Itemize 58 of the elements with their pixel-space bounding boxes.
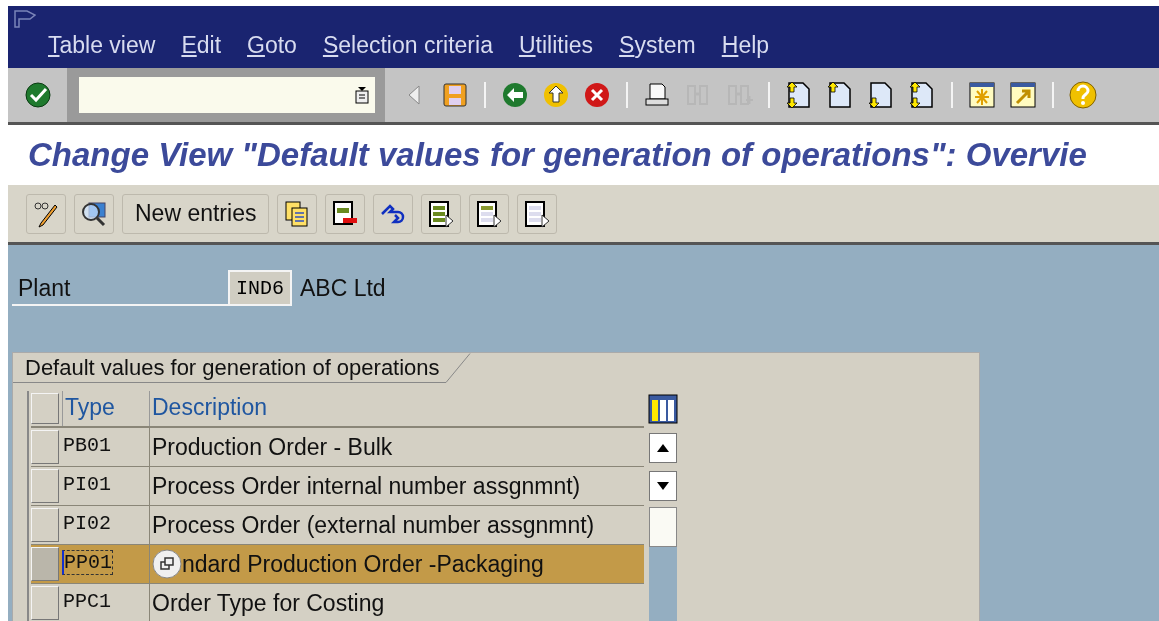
table-cell-text: PI01 — [62, 472, 112, 498]
column-header[interactable]: Type — [62, 391, 149, 426]
table-cell-text: PPC1 — [62, 589, 112, 615]
row-selector[interactable] — [31, 586, 59, 620]
screen-title: Change View "Default values for generation of operations": Overvie — [28, 136, 1087, 174]
table-row[interactable]: PB01 Production Order - Bulk — [31, 428, 644, 467]
plant-field[interactable]: IND6 — [228, 270, 292, 306]
table-cell: Process Order internal number assgnmnt) — [149, 467, 644, 505]
row-selector[interactable] — [31, 508, 59, 542]
window-menu-icon[interactable] — [14, 10, 36, 28]
table-cell: Order Type for Costing — [149, 584, 644, 621]
history-icon[interactable] — [355, 86, 369, 104]
check-icon[interactable] — [22, 79, 54, 111]
plant-description: ABC Ltd — [300, 274, 386, 302]
delete-button[interactable] — [325, 193, 366, 234]
menu-item[interactable]: Goto — [247, 32, 297, 59]
select-block-button[interactable] — [469, 193, 510, 234]
undo-button[interactable] — [373, 193, 414, 234]
table-cell-text: PI02 — [62, 511, 112, 537]
scrollbar-track[interactable] — [649, 507, 677, 621]
deselect-all-button[interactable] — [517, 193, 558, 234]
table-row[interactable]: PP01 ndard Production Order -Packaging — [31, 545, 644, 584]
menu-item[interactable]: System — [619, 32, 696, 59]
table-row[interactable]: PI01 Process Order internal number assgnmnt) — [31, 467, 644, 506]
up-triangle-icon — [657, 444, 669, 452]
copy-button[interactable] — [277, 193, 318, 234]
select-all-button[interactable] — [421, 193, 462, 234]
command-field[interactable] — [79, 77, 375, 113]
row-selector[interactable] — [31, 469, 59, 503]
details-button[interactable] — [74, 193, 114, 234]
window-icon[interactable] — [152, 549, 182, 579]
menu-item[interactable]: Selection criteria — [322, 32, 493, 59]
display-change-button[interactable] — [26, 193, 66, 234]
column-header[interactable]: Description — [149, 391, 644, 426]
select-all-rows-button[interactable] — [31, 393, 59, 424]
table-cell: Process Order (external number assgnmnt) — [149, 506, 644, 544]
column-settings-icon[interactable] — [648, 394, 678, 424]
row-selector[interactable] — [31, 547, 59, 581]
menu-item[interactable]: Utilities — [518, 32, 594, 59]
menu-item[interactable]: Help — [721, 32, 770, 59]
scroll-up-button[interactable] — [649, 433, 677, 463]
table-cell-text: PB01 — [62, 433, 112, 459]
group-title: Default values for generation of operations — [13, 353, 446, 383]
new-entries-button[interactable]: New entries — [122, 193, 270, 234]
menu-item[interactable]: Table view — [48, 32, 156, 59]
menu-item[interactable]: Edit — [181, 32, 222, 59]
scroll-down-button[interactable] — [649, 471, 677, 501]
help-icon[interactable] — [1067, 79, 1099, 111]
table-cell: Production Order - Bulk — [149, 428, 644, 466]
new-window-icon[interactable] — [966, 79, 998, 111]
down-triangle-icon — [657, 482, 669, 490]
scrollbar-thumb[interactable] — [649, 507, 677, 547]
row-selector[interactable] — [31, 430, 59, 464]
table-cell: ndard Production Order -Packaging — [149, 545, 644, 583]
tab-edge — [445, 353, 472, 383]
table-cell-text: PP01 — [62, 549, 115, 577]
shortcut-icon[interactable] — [1007, 79, 1039, 111]
table-row[interactable]: PI02 Process Order (external number assgnmnt) — [31, 506, 644, 545]
